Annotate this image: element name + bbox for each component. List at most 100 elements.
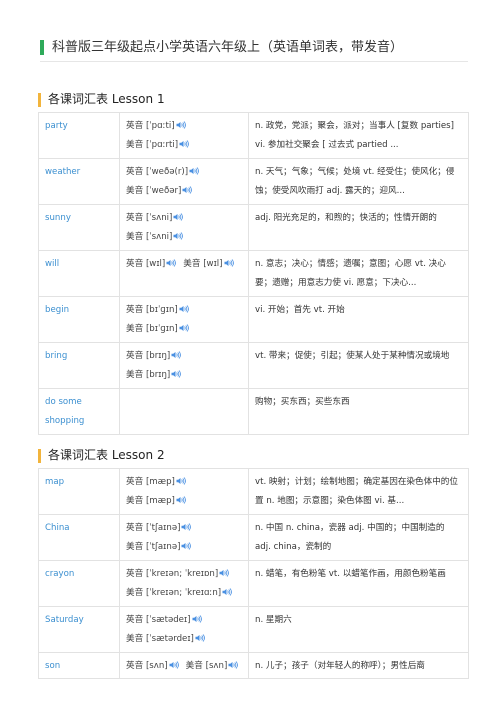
word-link[interactable]: do some shopping xyxy=(38,388,120,435)
speaker-icon[interactable] xyxy=(195,634,206,642)
us-phonetic: [mæp] xyxy=(145,496,175,506)
meaning-cell: n. 政党，党派；聚会，派对；当事人 [复数 parties] vi. 参加社交… xyxy=(248,112,469,159)
speaker-icon[interactable] xyxy=(173,232,184,240)
speaker-icon[interactable] xyxy=(171,370,182,378)
word-link[interactable]: weather xyxy=(38,158,120,205)
speaker-icon[interactable] xyxy=(166,259,177,267)
pronunciation-cell: 英音 [ˈsʌni] 美音 [ˈsʌni] xyxy=(119,204,249,251)
pronunciation-cell: 英音 [ˈsætədeɪ] 美音 [ˈsætərdeɪ] xyxy=(119,606,249,653)
meaning-cell: n. 意志；决心；情感；遗嘱；意图；心愿 vt. 决心要；遗赠；用意志力使 vi… xyxy=(248,250,469,297)
word-link[interactable]: son xyxy=(38,652,120,679)
speaker-icon[interactable] xyxy=(179,305,190,313)
word-row: will 英音 [wɪl] 美音 [wɪl] n. 意志；决心；情感；遗嘱；意图；心愿… xyxy=(38,250,469,297)
uk-label: 英音 xyxy=(126,305,144,315)
us-label: 美音 xyxy=(126,634,144,644)
us-phonetic: [wɪl] xyxy=(203,259,223,269)
meaning-text: n. 儿子；孩子（对年轻人的称呼）；男性后裔 xyxy=(255,661,425,671)
pronunciation-cell xyxy=(119,388,249,435)
uk-phonetic: [wɪl] xyxy=(145,259,166,269)
speaker-icon[interactable] xyxy=(176,496,187,504)
uk-label: 英音 xyxy=(126,523,144,533)
uk-phonetic: [mæp] xyxy=(145,477,175,487)
word-link[interactable]: party xyxy=(38,112,120,159)
uk-label: 英音 xyxy=(126,477,144,487)
lesson-2-section: 各课词汇表 Lesson 2 map 英音 [mæp] 美音 [mæp] vt. 映射… xyxy=(38,446,469,679)
uk-label: 英音 xyxy=(126,121,144,131)
uk-label: 英音 xyxy=(126,615,144,625)
word-link[interactable]: Saturday xyxy=(38,606,120,653)
vocab-table: party 英音 [ˈpɑːti] 美音 [ˈpɑːrti] n. 政党，党派；聚会，… xyxy=(38,112,469,435)
word-link[interactable]: China xyxy=(38,514,120,561)
word-link[interactable]: sunny xyxy=(38,204,120,251)
meaning-cell: vt. 带来；促使；引起；使某人处于某种情况或境地 xyxy=(248,342,469,389)
uk-phonetic: [sʌn] xyxy=(145,661,168,671)
uk-label: 英音 xyxy=(126,259,144,269)
speaker-icon[interactable] xyxy=(219,569,230,577)
speaker-icon[interactable] xyxy=(181,542,192,550)
vocab-table: map 英音 [mæp] 美音 [mæp] vt. 映射；计划；绘制地图；确定基因在染… xyxy=(38,468,469,679)
uk-phonetic: [ˈsʌni] xyxy=(145,213,173,223)
word-link[interactable]: bring xyxy=(38,342,120,389)
page-header: 科普版三年级起点小学英语六年级上（英语单词表，带发音） xyxy=(40,37,468,65)
pronunciation-cell: 英音 [wɪl] 美音 [wɪl] xyxy=(119,250,249,297)
speaker-icon[interactable] xyxy=(179,140,190,148)
title-accent-bar xyxy=(40,40,44,55)
pronunciation-cell: 英音 [ˈtʃaɪnə] 美音 [ˈtʃaɪnə] xyxy=(119,514,249,561)
pronunciation-cell: 英音 [ˈpɑːti] 美音 [ˈpɑːrti] xyxy=(119,112,249,159)
us-label: 美音 xyxy=(126,324,144,334)
speaker-icon[interactable] xyxy=(224,259,235,267)
uk-phonetic: [brɪŋ] xyxy=(145,351,171,361)
us-phonetic: [ˈsætərdeɪ] xyxy=(145,634,194,644)
us-phonetic: [bɪˈɡɪn] xyxy=(145,324,178,334)
word-link[interactable]: will xyxy=(38,250,120,297)
word-link[interactable]: map xyxy=(38,468,120,515)
word-row: do some shopping 购物；买东西；买些东西 xyxy=(38,388,469,435)
pronunciation-cell: 英音 [bɪˈɡɪn] 美音 [bɪˈɡɪn] xyxy=(119,296,249,343)
speaker-icon[interactable] xyxy=(189,167,200,175)
word-row: weather 英音 [ˈweðə(r)] 美音 [ˈweðər] n. 天气；气象；… xyxy=(38,158,469,205)
header-divider xyxy=(40,61,468,62)
meaning-text: n. 天气；气象；气候；处境 vt. 经受住；使风化；侵蚀；使受风吹雨打 adj… xyxy=(255,167,455,196)
uk-phonetic: [ˈtʃaɪnə] xyxy=(145,523,181,533)
speaker-icon[interactable] xyxy=(176,121,187,129)
speaker-icon[interactable] xyxy=(228,661,239,669)
word-link[interactable]: begin xyxy=(38,296,120,343)
lesson-1-section: 各课词汇表 Lesson 1 party 英音 [ˈpɑːti] 美音 [ˈpɑːr… xyxy=(38,90,469,435)
pronunciation-cell: 英音 [ˈkreɪən; ˈkreɪɒn] 美音 [ˈkreɪən; ˈkreɪɑ… xyxy=(119,560,249,607)
word-row: party 英音 [ˈpɑːti] 美音 [ˈpɑːrti] n. 政党，党派；聚会，… xyxy=(38,112,469,159)
pronunciation-cell: 英音 [mæp] 美音 [mæp] xyxy=(119,468,249,515)
meaning-text: n. 中国 n. china，瓷器 adj. 中国的；中国制造的 adj. ch… xyxy=(255,523,445,552)
speaker-icon[interactable] xyxy=(173,213,184,221)
speaker-icon[interactable] xyxy=(192,615,203,623)
meaning-text: vi. 开始；首先 vt. 开始 xyxy=(255,305,345,315)
speaker-icon[interactable] xyxy=(182,186,193,194)
speaker-icon[interactable] xyxy=(179,324,190,332)
meaning-cell: adj. 阳光充足的，和煦的；快活的；性情开朗的 xyxy=(248,204,469,251)
meaning-text: n. 星期六 xyxy=(255,615,292,625)
speaker-icon[interactable] xyxy=(222,588,233,596)
meaning-cell: vt. 映射；计划；绘制地图；确定基因在染色体中的位置 n. 地图；示意图；染色… xyxy=(248,468,469,515)
meaning-cell: n. 中国 n. china，瓷器 adj. 中国的；中国制造的 adj. ch… xyxy=(248,514,469,561)
page-title: 科普版三年级起点小学英语六年级上（英语单词表，带发音） xyxy=(52,40,404,55)
meaning-cell: vi. 开始；首先 vt. 开始 xyxy=(248,296,469,343)
meaning-text: adj. 阳光充足的，和煦的；快活的；性情开朗的 xyxy=(255,213,437,223)
section-header: 各课词汇表 Lesson 1 xyxy=(38,90,468,112)
speaker-icon[interactable] xyxy=(176,477,187,485)
uk-phonetic: [bɪˈɡɪn] xyxy=(145,305,178,315)
speaker-icon[interactable] xyxy=(169,661,180,669)
pronunciation-cell: 英音 [ˈweðə(r)] 美音 [ˈweðər] xyxy=(119,158,249,205)
speaker-icon[interactable] xyxy=(171,351,182,359)
section-header: 各课词汇表 Lesson 2 xyxy=(38,446,468,468)
us-label: 美音 xyxy=(126,186,144,196)
uk-phonetic: [ˈpɑːti] xyxy=(145,121,175,131)
uk-label: 英音 xyxy=(126,569,144,579)
word-link[interactable]: crayon xyxy=(38,560,120,607)
word-row: crayon 英音 [ˈkreɪən; ˈkreɪɒn] 美音 [ˈkreɪən; … xyxy=(38,560,469,607)
uk-label: 英音 xyxy=(126,351,144,361)
word-row: bring 英音 [brɪŋ] 美音 [brɪŋ] vt. 带来；促使；引起；使某人处… xyxy=(38,342,469,389)
meaning-text: vt. 映射；计划；绘制地图；确定基因在染色体中的位置 n. 地图；示意图；染色… xyxy=(255,477,458,506)
us-phonetic: [ˈweðər] xyxy=(145,186,182,196)
meaning-cell: 购物；买东西；买些东西 xyxy=(248,388,469,435)
speaker-icon[interactable] xyxy=(181,523,192,531)
word-row: Saturday 英音 [ˈsætədeɪ] 美音 [ˈsætərdeɪ] n. 星期… xyxy=(38,606,469,653)
